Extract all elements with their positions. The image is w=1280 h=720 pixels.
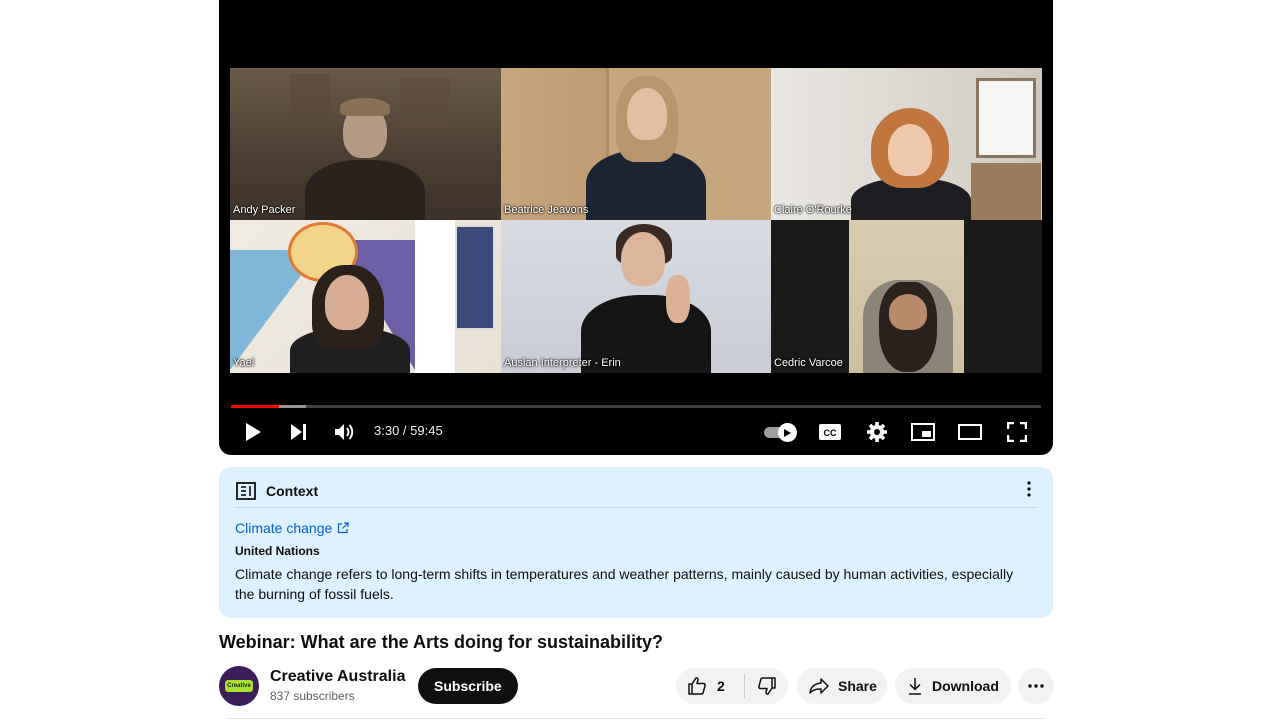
- channel-name[interactable]: Creative Australia: [270, 668, 405, 686]
- like-count: 2: [717, 678, 725, 694]
- watch-page: Andy Packer Beatrice Jeavons Claire O'Ro…: [0, 0, 1280, 720]
- subscribe-button[interactable]: Subscribe: [418, 668, 518, 704]
- player-controls: 3:30 / 59:45 CC: [219, 414, 1053, 450]
- time-display: 3:30 / 59:45: [374, 423, 443, 438]
- context-link-label: Climate change: [235, 520, 333, 536]
- context-source: United Nations: [235, 544, 320, 558]
- progress-played: [231, 405, 279, 408]
- subscriber-count: 837 subscribers: [270, 689, 355, 703]
- channel-logo: Creative: [225, 680, 253, 692]
- participant-name: Andy Packer: [233, 204, 296, 216]
- share-icon: [809, 678, 829, 694]
- share-label: Share: [838, 678, 877, 694]
- divider: [235, 507, 1037, 508]
- like-dislike-group: 2: [676, 668, 788, 704]
- theater-button[interactable]: [955, 418, 985, 446]
- thumbs-up-icon: [688, 677, 706, 695]
- more-vert-icon: [1027, 481, 1031, 497]
- svg-text:CC: CC: [824, 428, 837, 438]
- autoplay-toggle-icon: [778, 423, 797, 442]
- dislike-button[interactable]: [745, 676, 788, 696]
- context-panel: Context Climate change United Nations Cl…: [219, 467, 1053, 618]
- play-button[interactable]: [238, 418, 268, 446]
- volume-button[interactable]: [330, 418, 360, 446]
- gear-icon: [867, 422, 887, 442]
- share-button[interactable]: Share: [797, 668, 887, 704]
- download-icon: [909, 678, 921, 695]
- participant-name: Claire O'Rourke: [774, 204, 852, 216]
- video-call-grid: Andy Packer Beatrice Jeavons Claire O'Ro…: [230, 68, 1042, 373]
- participant-tile: Cedric Varcoe: [771, 220, 1042, 373]
- cc-icon: CC: [819, 424, 841, 440]
- fullscreen-button[interactable]: [1002, 418, 1032, 446]
- more-horiz-icon: [1028, 684, 1044, 688]
- next-icon: [291, 424, 306, 440]
- channel-avatar[interactable]: Creative: [219, 666, 259, 706]
- download-label: Download: [932, 678, 999, 694]
- context-link[interactable]: Climate change: [235, 520, 349, 536]
- external-link-icon: [338, 522, 349, 534]
- participant-tile: Auslan Interpreter - Erin: [501, 220, 771, 373]
- more-actions-button[interactable]: [1018, 668, 1054, 704]
- participant-tile: Beatrice Jeavons: [501, 68, 771, 220]
- progress-bar[interactable]: [231, 405, 1041, 408]
- participant-name: Cedric Varcoe: [774, 357, 843, 369]
- context-menu-button[interactable]: [1017, 477, 1041, 501]
- participant-tile: Yael: [230, 220, 501, 373]
- thumbs-down-icon: [757, 677, 776, 695]
- participant-name: Auslan Interpreter - Erin: [504, 357, 621, 369]
- settings-button[interactable]: [862, 418, 892, 446]
- volume-icon: [335, 424, 354, 440]
- context-icon: [236, 482, 256, 500]
- play-icon: [246, 423, 261, 441]
- captions-button[interactable]: CC: [815, 418, 845, 446]
- context-description: Climate change refers to long-term shift…: [235, 566, 1014, 602]
- like-button[interactable]: 2: [676, 676, 744, 696]
- miniplayer-icon: [911, 423, 935, 441]
- next-button[interactable]: [284, 418, 314, 446]
- participant-tile: Andy Packer: [230, 68, 501, 220]
- divider: [227, 718, 1045, 719]
- context-heading: Context: [266, 483, 319, 499]
- video-player[interactable]: Andy Packer Beatrice Jeavons Claire O'Ro…: [219, 0, 1053, 455]
- miniplayer-button[interactable]: [908, 418, 938, 446]
- participant-tile: Claire O'Rourke: [771, 68, 1042, 220]
- theater-icon: [958, 424, 982, 440]
- autoplay-toggle[interactable]: [762, 422, 798, 442]
- participant-name: Yael: [233, 357, 255, 369]
- context-header: Context: [236, 480, 318, 502]
- download-button[interactable]: Download: [895, 668, 1011, 704]
- participant-name: Beatrice Jeavons: [504, 204, 589, 216]
- fullscreen-icon: [1007, 422, 1027, 442]
- video-title: Webinar: What are the Arts doing for sus…: [219, 632, 664, 652]
